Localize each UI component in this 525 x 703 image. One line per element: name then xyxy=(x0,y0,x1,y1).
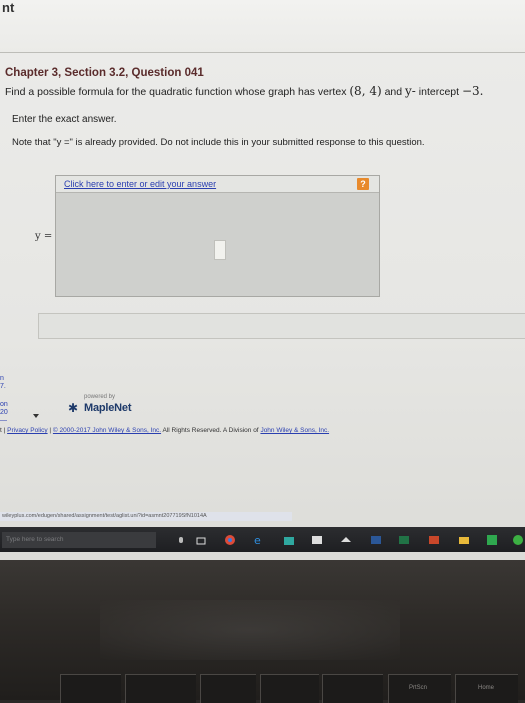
left-edge-line[interactable]: 20 xyxy=(0,409,8,417)
answer-box-header: Click here to enter or edit your answer … xyxy=(56,176,379,193)
footer-sep: | xyxy=(49,427,52,434)
taskbar: Type here to search e xyxy=(0,527,525,552)
store-icon[interactable] xyxy=(283,533,294,545)
circle-app-icon[interactable] xyxy=(512,533,523,545)
prompt-intercept: intercept xyxy=(418,86,460,98)
rights-text: All Rights Reserved. A Division of xyxy=(162,427,259,434)
status-url: wileyplus.com/edugen/shared/assignment/t… xyxy=(0,512,292,521)
header-divider xyxy=(0,52,525,53)
monitor-screen: nt Chapter 3, Section 3.2, Question 041 … xyxy=(0,0,525,560)
browser-tab-fragment[interactable]: nt xyxy=(2,0,14,15)
keyboard-key[interactable] xyxy=(260,674,319,703)
keyboard-key[interactable] xyxy=(60,674,121,703)
browser-top-strip: nt xyxy=(0,0,525,52)
taskbar-search[interactable]: Type here to search xyxy=(2,532,156,548)
help-icon[interactable]: ? xyxy=(357,178,369,190)
excel-icon[interactable] xyxy=(398,533,409,544)
home-key[interactable]: Home xyxy=(455,674,518,703)
app-icon[interactable] xyxy=(340,533,351,543)
enter-exact-instruction: Enter the exact answer. xyxy=(12,114,117,125)
word-icon[interactable] xyxy=(370,533,381,544)
task-view-icon[interactable] xyxy=(196,533,206,545)
svg-text:e: e xyxy=(254,534,261,546)
powerpoint-icon[interactable] xyxy=(428,533,439,544)
y-equals-label: y = xyxy=(35,231,53,242)
left-edge-line[interactable]: 7. xyxy=(0,383,8,391)
footer-prefix: t | xyxy=(0,427,6,434)
keyboard-key[interactable] xyxy=(322,674,383,703)
prompt-prefix: Find a possible formula for the quadrati… xyxy=(5,86,347,98)
note-instruction: Note that "y =" is already provided. Do … xyxy=(12,137,425,148)
intercept-value: −3. xyxy=(461,84,484,98)
privacy-policy-link[interactable]: Privacy Policy xyxy=(7,427,47,434)
maple-leaf-icon: ✱ xyxy=(68,401,79,415)
answer-input[interactable] xyxy=(214,240,226,260)
vertex-value: (8, 4) xyxy=(349,84,382,98)
edit-answer-link[interactable]: Click here to enter or edit your answer xyxy=(64,179,216,189)
maplenet-logo: MapleNet xyxy=(84,402,132,414)
chrome-icon[interactable] xyxy=(224,533,235,545)
lower-panel xyxy=(38,313,525,339)
footer: t | Privacy Policy | © 2000-2017 John Wi… xyxy=(0,427,329,434)
left-edge-line[interactable]: on xyxy=(0,401,8,409)
answer-box[interactable]: Click here to enter or edit your answer … xyxy=(35,175,380,297)
keyboard-key[interactable] xyxy=(200,674,256,703)
mail-icon[interactable] xyxy=(311,533,322,544)
left-edge-nav: n 7. on 20 — xyxy=(0,375,8,425)
mic-icon[interactable] xyxy=(176,533,186,543)
prompt-and: and xyxy=(384,86,403,98)
company-link[interactable]: John Wiley & Sons, Inc. xyxy=(260,427,329,434)
copyright-link[interactable]: © 2000-2017 John Wiley & Sons, Inc. xyxy=(53,427,161,434)
edge-icon[interactable]: e xyxy=(253,533,263,547)
question-prompt: Find a possible formula for the quadrati… xyxy=(5,84,484,98)
y-variable: y- xyxy=(405,84,416,98)
home-label: Home xyxy=(478,685,495,691)
caret-down-icon[interactable] xyxy=(33,414,39,418)
screen-glare xyxy=(100,600,400,660)
prtscn-key[interactable]: PrtScn xyxy=(388,674,451,703)
left-edge-line: — xyxy=(0,417,7,424)
powered-by-label: powered by xyxy=(84,394,116,400)
keyboard-key[interactable] xyxy=(125,674,196,703)
left-edge-line[interactable]: n xyxy=(0,375,8,383)
folder-icon[interactable] xyxy=(458,533,469,544)
question-title: Chapter 3, Section 3.2, Question 041 xyxy=(5,67,204,79)
green-app-icon[interactable] xyxy=(486,533,497,545)
prtscn-label: PrtScn xyxy=(409,685,428,691)
